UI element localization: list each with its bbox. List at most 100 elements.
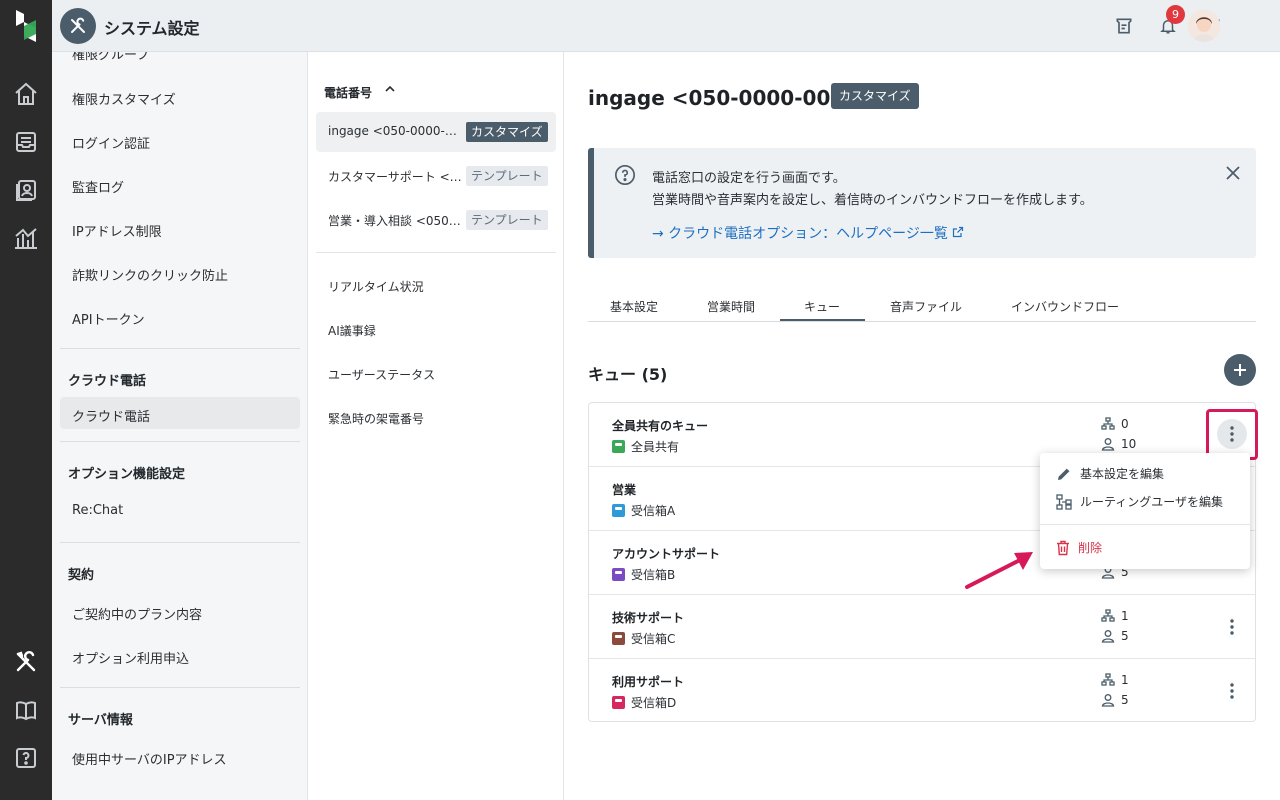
tab-business-hours[interactable]: 営業時間 [707,298,755,315]
phone-name: カスタマーサポート <050-0000-0000> [328,170,462,184]
inbox-label: 受信箱D [631,696,677,710]
inbox-icon [612,504,625,517]
nav-item-option-apply[interactable]: オプション利用申込 [72,648,189,667]
template-tag: テンプレート [466,210,548,230]
queue-name: 技術サポート [612,611,685,625]
menu-divider [1040,524,1250,525]
notification-badge: 9 [1166,5,1185,24]
nav-item-rechat[interactable]: Re:Chat [72,503,123,518]
nav-item-audit-log[interactable]: 監査ログ [72,177,124,196]
contacts-icon[interactable] [12,176,40,204]
close-icon[interactable] [1224,164,1242,182]
queue-inbox: 全員共有 [612,438,679,455]
inbox-label: 受信箱C [631,632,676,646]
app-logo[interactable] [14,8,38,44]
nav-divider [60,687,300,688]
tab-inbound-flow[interactable]: インバウンドフロー [1011,298,1119,315]
home-icon[interactable] [12,80,40,108]
routing-count: 1 [1101,673,1129,687]
person-icon [1101,694,1115,707]
delete-queue-item[interactable]: 削除 [1056,539,1102,556]
queue-context-menu: 基本設定を編集 ルーティングユーザを編集 削除 [1040,453,1250,569]
phone-row-ingage[interactable]: ingage <050-0000-0000> カスタマイズ [316,112,556,152]
nav-divider [60,542,300,543]
queue-inbox: 受信箱D [612,694,676,711]
realtime-status-link[interactable]: リアルタイム状況 [328,278,424,295]
queue-inbox: 受信箱B [612,566,675,583]
phone-list-panel: 電話番号 ingage <050-0000-0000> カスタマイズ カスタマー… [308,52,564,800]
emergency-number-link[interactable]: 緊急時の架電番号 [328,410,424,427]
inbox-label: 受信箱B [631,568,676,582]
help-page-link[interactable]: → クラウド電話オプション：ヘルプページ一覧 [652,223,964,243]
nav-item-cloud-phone[interactable]: クラウド電話 [72,406,150,425]
nav-item-permission-customize[interactable]: 権限カスタマイズ [72,89,176,108]
hierarchy-icon [1101,673,1115,686]
user-count: 5 [1101,693,1129,707]
inbox-icon [612,632,625,645]
phone-name: ingage <050-0000-0000> [328,124,462,138]
tab-bar: 基本設定 営業時間 キュー 音声ファイル インバウンドフロー [588,290,1256,322]
routing-icon [1056,493,1072,510]
customize-tag: カスタマイズ [466,122,548,142]
queue-name: 利用サポート [612,675,685,689]
nav-section-cloud-phone: クラウド電話 [68,374,147,389]
external-link-icon [952,226,964,242]
nav-item-login-auth[interactable]: ログイン認証 [72,133,150,152]
nav-divider [60,441,300,442]
phone-list-divider [316,252,556,253]
inbox-icon [612,440,625,453]
info-text-line1: 電話窓口の設定を行う画面です。 [652,171,846,186]
settings-tools-icon[interactable] [12,648,40,676]
edit-routing-users-item[interactable]: ルーティングユーザを編集 [1056,493,1223,510]
active-tab-underline [780,319,865,321]
phone-row-sales[interactable]: 営業・導入相談 <050-0000-0000> テンプレート [316,200,556,240]
nav-item-plan[interactable]: ご契約中のプラン内容 [72,604,202,623]
template-tag: テンプレート [466,166,548,186]
inbox-label: 全員共有 [631,440,680,454]
edit-basic-settings-item[interactable]: 基本設定を編集 [1056,465,1164,482]
inbox-label: 受信箱A [631,504,676,518]
queue-name: アカウントサポート [612,547,721,561]
help-icon[interactable] [12,744,40,772]
more-vertical-icon[interactable] [1223,615,1241,639]
announcement-icon[interactable] [1112,14,1136,38]
queue-name: 営業 [612,483,637,497]
page-header-title: システム設定 [104,19,200,38]
info-text-line2: 営業時間や音声案内を設定し、着信時のインバウンドフローを作成します。 [652,193,1093,208]
hierarchy-icon [1101,417,1115,430]
tab-audio-files[interactable]: 音声ファイル [890,298,962,315]
question-circle-icon [614,164,636,186]
routing-count: 1 [1101,609,1129,623]
inbox-icon [612,696,625,709]
user-status-link[interactable]: ユーザーステータス [328,366,435,383]
help-link-label: → クラウド電話オプション：ヘルプページ一覧 [652,226,948,242]
user-count: 5 [1101,629,1129,643]
title-customize-tag: カスタマイズ [831,83,919,109]
phone-row-customer-support[interactable]: カスタマーサポート <050-0000-0000> テンプレート [316,156,556,196]
analytics-icon[interactable] [12,224,40,252]
chevron-up-icon[interactable] [384,84,396,97]
phone-list-heading[interactable]: 電話番号 [324,84,372,101]
queue-row[interactable]: 利用サポート 受信箱D 1 5 [589,659,1255,723]
tab-queue[interactable]: キュー [804,298,840,315]
user-avatar[interactable] [1188,10,1220,42]
more-vertical-icon[interactable] [1223,679,1241,703]
nav-item-server-ip[interactable]: 使用中サーバのIPアドレス [72,749,227,768]
nav-section-options: オプション機能設定 [68,467,186,482]
nav-item-ip-restriction[interactable]: IPアドレス制限 [72,221,162,240]
book-icon[interactable] [12,696,40,724]
inbox-icon[interactable] [12,128,40,156]
top-header: システム設定 [52,0,1280,52]
nav-item-phishing-protection[interactable]: 詐欺リンクのクリック防止 [72,265,228,284]
nav-item-api-token[interactable]: APIトークン [72,309,145,328]
settings-nav: 権限グループ 権限カスタマイズ ログイン認証 監査ログ IPアドレス制限 詐欺リ… [52,52,308,800]
nav-item-permission-groups[interactable]: 権限グループ [72,52,149,63]
info-banner: 電話窓口の設定を行う画面です。 営業時間や音声案内を設定し、着信時のインバウンド… [588,148,1256,258]
nav-section-server: サーバ情報 [68,713,133,728]
tab-basic-settings[interactable]: 基本設定 [610,298,658,315]
nav-section-contract: 契約 [68,568,95,583]
queue-row[interactable]: 技術サポート 受信箱C 1 5 [589,595,1255,659]
ai-minutes-link[interactable]: AI議事録 [328,322,376,339]
phone-name: 営業・導入相談 <050-0000-0000> [328,214,462,228]
add-queue-button[interactable] [1224,354,1256,386]
